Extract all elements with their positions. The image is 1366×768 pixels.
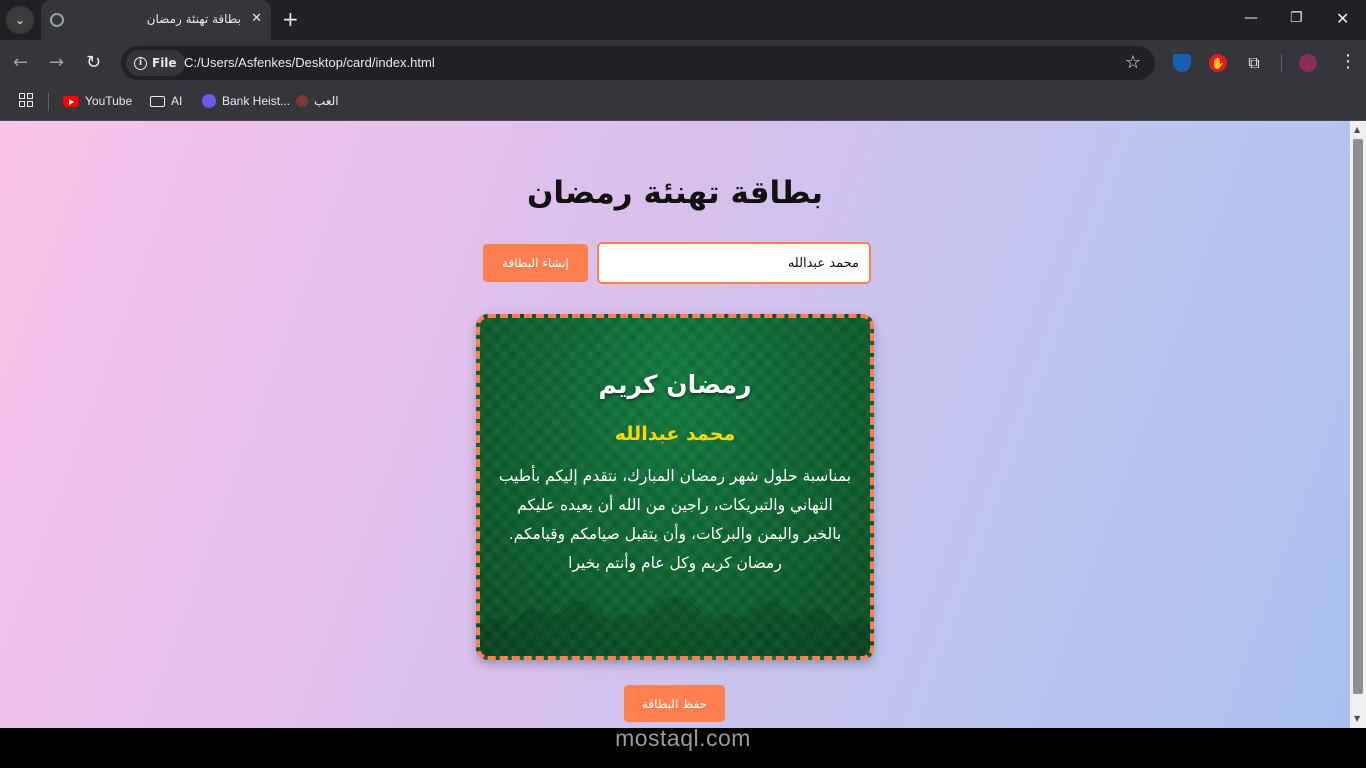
- card-message: بمناسبة حلول شهر رمضان المبارك، نتقدم إل…: [498, 467, 852, 572]
- site-chip-label: File: [152, 56, 177, 70]
- extensions-puzzle-icon[interactable]: ⧉: [1245, 53, 1263, 72]
- card-heading: رمضان كريم: [598, 370, 752, 399]
- bookmark-label: العب: [314, 94, 339, 108]
- menu-kebab-icon[interactable]: ⋮: [1339, 51, 1357, 72]
- bookmark-youtube[interactable]: YouTube: [63, 94, 132, 108]
- apps-grid-icon[interactable]: [19, 93, 33, 107]
- tab-strip: ⌄ بطاقة تهنئة رمضان ✕ + — ❐ ✕: [0, 0, 1366, 40]
- tab-search-button[interactable]: ⌄: [6, 6, 34, 34]
- bookmarks-bar: YouTube AI Bank Heist... العب: [0, 86, 1366, 121]
- reload-button[interactable]: ↻: [86, 52, 101, 73]
- card-recipient-name: محمد عبدالله: [614, 423, 736, 445]
- watermark: mostaql.com: [615, 725, 751, 751]
- name-input[interactable]: [597, 242, 871, 284]
- bank-heist-icon: [202, 94, 216, 108]
- close-window-button[interactable]: ✕: [1336, 9, 1349, 28]
- game-icon: [296, 95, 309, 107]
- forward-button[interactable]: →: [49, 52, 64, 73]
- scroll-up-icon[interactable]: ▲: [1354, 125, 1360, 134]
- tab-title: بطاقة تهنئة رمضان: [146, 12, 241, 26]
- toolbar-divider: [1281, 54, 1282, 72]
- scrollbar-thumb[interactable]: [1353, 139, 1363, 694]
- bookmark-ai-folder[interactable]: AI: [150, 94, 182, 108]
- folder-icon: [150, 95, 165, 107]
- bookmark-label: Bank Heist...: [222, 94, 291, 108]
- bookmark-bank-heist[interactable]: Bank Heist... العب: [202, 94, 339, 108]
- hand-extension-icon[interactable]: ✋: [1209, 54, 1227, 72]
- page-title: بطاقة تهنئة رمضان: [526, 175, 824, 211]
- profile-avatar[interactable]: [1299, 54, 1317, 72]
- mosque-silhouette-icon: [480, 596, 870, 656]
- restore-button[interactable]: ❐: [1290, 10, 1303, 26]
- bookmark-star-icon[interactable]: ☆: [1125, 52, 1141, 73]
- page-scrollbar[interactable]: ▲ ▼: [1350, 121, 1366, 728]
- youtube-icon: [63, 95, 79, 107]
- save-card-button[interactable]: حفظ البطاقة: [624, 685, 725, 722]
- bookmark-label: YouTube: [85, 94, 133, 108]
- new-tab-button[interactable]: +: [282, 9, 299, 29]
- greeting-card: رمضان كريم محمد عبدالله بمناسبة حلول شهر…: [476, 314, 874, 660]
- shield-extension-icon[interactable]: [1173, 54, 1191, 72]
- minimize-button[interactable]: —: [1244, 10, 1258, 26]
- back-button[interactable]: ←: [13, 52, 28, 73]
- scroll-down-icon[interactable]: ▼: [1354, 714, 1360, 723]
- tab-close-icon[interactable]: ✕: [251, 11, 262, 26]
- active-tab[interactable]: بطاقة تهنئة رمضان ✕: [41, 0, 271, 40]
- url-text[interactable]: C:/Users/Asfenkes/Desktop/card/index.htm…: [184, 55, 435, 70]
- browser-toolbar: ← → ↻ i File C:/Users/Asfenkes/Desktop/c…: [0, 40, 1366, 86]
- bookmarks-divider: [48, 93, 49, 111]
- info-icon: i: [134, 56, 147, 70]
- bookmark-label: AI: [171, 94, 183, 108]
- page-viewport: بطاقة تهنئة رمضان إنشاء البطاقة رمضان كر…: [0, 121, 1350, 728]
- site-info-chip[interactable]: i File: [126, 50, 185, 76]
- generate-card-button[interactable]: إنشاء البطاقة: [483, 244, 588, 282]
- address-bar[interactable]: i File C:/Users/Asfenkes/Desktop/card/in…: [121, 46, 1155, 80]
